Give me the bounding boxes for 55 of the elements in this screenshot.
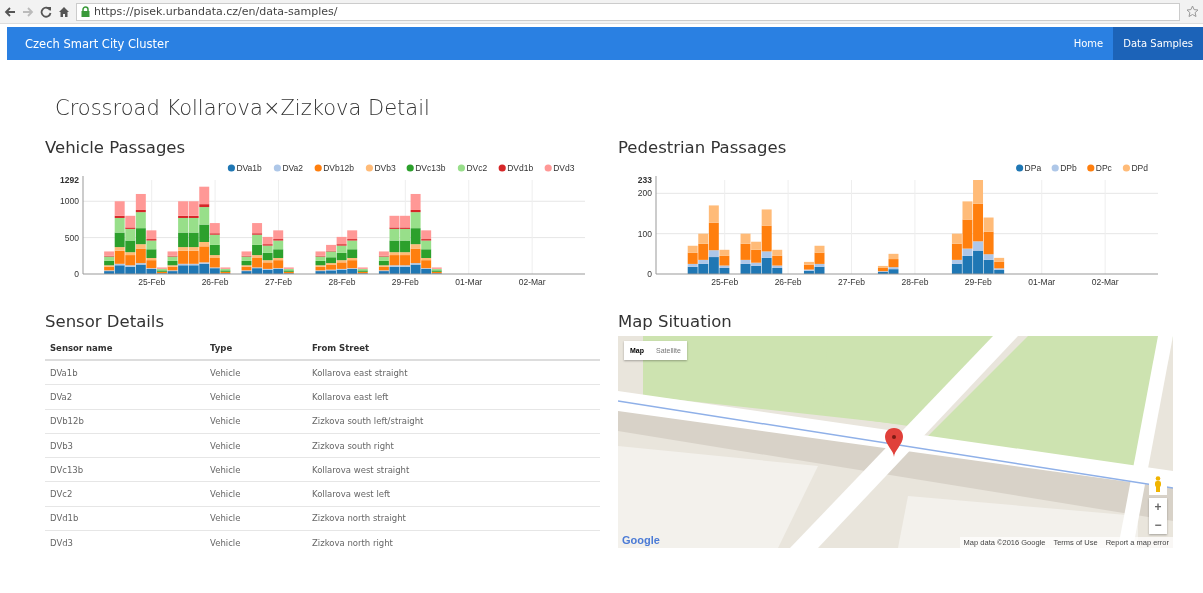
axis-tick-label: 27-Feb <box>265 277 292 287</box>
table-cell: Zizkova south right <box>307 433 600 458</box>
axis-tick-label: 01-Mar <box>1028 277 1056 287</box>
table-cell: Vehicle <box>205 506 307 531</box>
axis-tick-label: 02-Mar <box>518 277 546 287</box>
axis-tick-label: 25-Feb <box>138 277 166 287</box>
axis-tick-label: 01-Mar <box>455 277 483 287</box>
axis-tick-label: 1000 <box>60 196 79 207</box>
axis-tick-label: 26-Feb <box>201 277 229 287</box>
axis-tick-label: 0 <box>74 269 79 279</box>
table-cell: DVb3 <box>45 433 205 458</box>
axis-tick-label: 28-Feb <box>328 277 356 287</box>
section-title: Sensor Details <box>45 312 165 331</box>
table-cell: Vehicle <box>205 530 307 555</box>
map-logo: Google <box>622 534 660 546</box>
table-cell: Vehicle <box>205 360 307 385</box>
axis-tick-label: 02-Mar <box>1091 277 1119 287</box>
table-cell: DVb12b <box>45 409 205 434</box>
section-title: Map Situation <box>618 312 733 331</box>
table-cell: Kollarova east left <box>307 384 600 410</box>
column-header: From Street <box>307 336 600 360</box>
axis-tick-label: 200 <box>637 188 652 199</box>
table-cell: Kollarova east straight <box>307 360 600 385</box>
axis-tick-label: 0 <box>647 269 652 279</box>
table-cell: Zizkova south left/straight <box>307 409 600 434</box>
page-title: Crossroad Kollarova×Zizkova Detail <box>55 96 431 120</box>
table-cell: DVd1b <box>45 506 205 531</box>
section-title: Pedestrian Passages <box>618 138 788 157</box>
table-cell: Kollarova west left <box>307 482 600 507</box>
column-header: Sensor name <box>45 336 205 360</box>
table-cell: Vehicle <box>205 482 307 507</box>
table-cell: Zizkova north right <box>307 530 600 555</box>
section-title: Vehicle Passages <box>45 138 187 157</box>
axis-tick-label: 25-Feb <box>711 277 739 287</box>
axis-tick-label: 27-Feb <box>838 277 865 287</box>
axis-tick-label: 26-Feb <box>774 277 802 287</box>
table-cell: DVd3 <box>45 530 205 555</box>
table-cell: Vehicle <box>205 409 307 434</box>
axis-tick-label: 28-Feb <box>901 277 929 287</box>
axis-tick-label: 233 <box>637 175 652 185</box>
table-cell: Vehicle <box>205 384 307 410</box>
table-cell: Vehicle <box>205 433 307 458</box>
axis-tick-label: 29-Feb <box>391 277 419 287</box>
table-cell: DVa1b <box>45 360 205 385</box>
table-cell: DVa2 <box>45 384 205 410</box>
table-cell: Zizkova north straight <box>307 506 600 531</box>
column-header: Type <box>205 336 307 360</box>
table-cell: Vehicle <box>205 457 307 482</box>
table-cell: Kollarova west straight <box>307 457 600 482</box>
axis-tick-label: 500 <box>64 232 79 243</box>
table-cell: DVc13b <box>45 457 205 482</box>
axis-tick-label: 29-Feb <box>964 277 992 287</box>
axis-tick-label: 100 <box>637 228 652 239</box>
axis-tick-label: 1292 <box>60 175 79 185</box>
table-cell: DVc2 <box>45 482 205 507</box>
